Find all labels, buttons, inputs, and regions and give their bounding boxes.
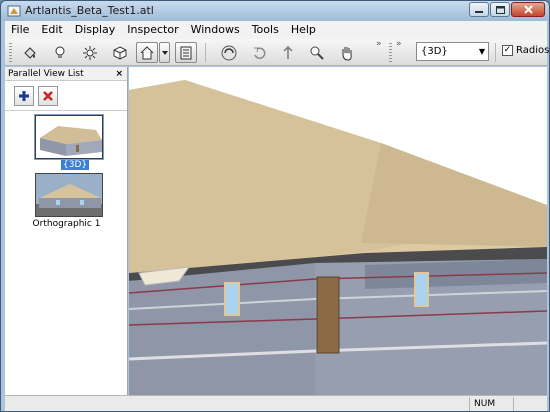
- radiosity-checkbox[interactable]: ✓: [502, 45, 513, 56]
- cube-icon: [113, 45, 127, 60]
- toolbar-grip[interactable]: [389, 43, 392, 62]
- lights-button[interactable]: [49, 42, 71, 63]
- view-select-value: {3D}: [421, 46, 448, 57]
- sun-icon: [83, 45, 97, 60]
- title-bar[interactable]: Artlantis_Beta_Test1.atl: [1, 1, 549, 21]
- window-right: [414, 272, 429, 307]
- maximize-icon: [495, 5, 505, 14]
- 3d-viewport[interactable]: [129, 67, 547, 395]
- delete-x-icon: [43, 91, 53, 101]
- toolbar-separator: [495, 43, 496, 62]
- toolbar-separator: [205, 43, 206, 62]
- view-label-3d[interactable]: {3D}: [61, 160, 90, 170]
- minimize-button[interactable]: [469, 2, 489, 17]
- rotate-button[interactable]: [248, 42, 270, 63]
- view-thumbnail-orthographic[interactable]: [35, 173, 103, 217]
- window-left: [224, 282, 240, 316]
- shaders-button[interactable]: [19, 42, 41, 63]
- entrance-door: [316, 276, 340, 354]
- panel-title: Parallel View List: [8, 69, 84, 79]
- minimize-icon: [475, 10, 483, 13]
- heliodons-button[interactable]: [79, 42, 101, 63]
- panel-header: Parallel View List ×: [5, 67, 127, 81]
- maximize-button[interactable]: [490, 2, 510, 17]
- plus-icon: [19, 91, 29, 101]
- menu-edit[interactable]: Edit: [35, 21, 68, 39]
- view-label-orthographic[interactable]: Orthographic 1: [5, 219, 128, 229]
- radiosity-toggle[interactable]: ✓ Radiosity: [502, 45, 550, 56]
- hand-icon: [342, 46, 352, 61]
- house-icon: [140, 45, 154, 59]
- magnifier-icon: [310, 46, 324, 60]
- objects-button[interactable]: [109, 42, 131, 63]
- walk-button[interactable]: [277, 42, 299, 63]
- view-select[interactable]: {3D} ▼: [416, 42, 489, 61]
- house-3d-preview: [36, 116, 102, 158]
- paint-bucket-icon: [24, 46, 36, 59]
- menu-bar: File Edit Display Inspector Windows Tool…: [5, 21, 547, 39]
- dropdown-arrow-icon: [161, 50, 168, 55]
- light-bulb-icon: [55, 46, 65, 58]
- window-title: Artlantis_Beta_Test1.atl: [25, 4, 154, 17]
- parallel-views-button[interactable]: [175, 42, 197, 63]
- parallel-view-panel: Parallel View List × {3D} Orthographic 1: [5, 67, 128, 395]
- menu-display[interactable]: Display: [69, 21, 122, 39]
- menu-inspector[interactable]: Inspector: [121, 21, 184, 39]
- panel-close-button[interactable]: ×: [115, 67, 123, 81]
- building-render: [129, 67, 547, 395]
- toolbar-overflow-chevron-icon[interactable]: »: [376, 39, 382, 49]
- close-icon: [523, 5, 533, 14]
- toolbar: » » {3D} ▼ ✓ Radiosity: [5, 39, 550, 66]
- perspective-dropdown[interactable]: [159, 42, 170, 63]
- walk-arrow-icon: [283, 45, 293, 59]
- app-window: Artlantis_Beta_Test1.atl File Edit Displ…: [0, 0, 550, 412]
- panel-toolbar: [5, 81, 127, 111]
- radiosity-label: Radiosity: [516, 45, 550, 56]
- close-window-button[interactable]: [511, 2, 545, 17]
- menu-windows[interactable]: Windows: [185, 21, 246, 39]
- chevron-down-icon: ▼: [478, 47, 485, 56]
- pan-button[interactable]: [336, 42, 358, 63]
- artlantis-app-icon: [7, 5, 21, 17]
- toolbar-grip[interactable]: [9, 43, 12, 62]
- rotate-arrow-icon: [254, 47, 266, 59]
- orbit-button[interactable]: [218, 42, 240, 63]
- num-lock-indicator: NUM: [469, 397, 513, 411]
- orbit-icon: [221, 45, 237, 60]
- perspective-button[interactable]: [136, 42, 158, 63]
- menu-file[interactable]: File: [5, 21, 35, 39]
- menu-tools[interactable]: Tools: [246, 21, 285, 39]
- menu-help[interactable]: Help: [285, 21, 322, 39]
- zoom-button[interactable]: [306, 42, 328, 63]
- delete-view-button[interactable]: [38, 86, 58, 106]
- status-cell-empty: [513, 397, 547, 411]
- document-list-icon: [180, 46, 192, 59]
- house-orthographic-preview: [36, 174, 102, 216]
- view-thumbnail-3d[interactable]: [35, 115, 103, 159]
- status-bar: NUM: [5, 395, 547, 411]
- add-view-button[interactable]: [14, 86, 34, 106]
- toolbar-overflow-chevron-icon[interactable]: »: [396, 39, 402, 49]
